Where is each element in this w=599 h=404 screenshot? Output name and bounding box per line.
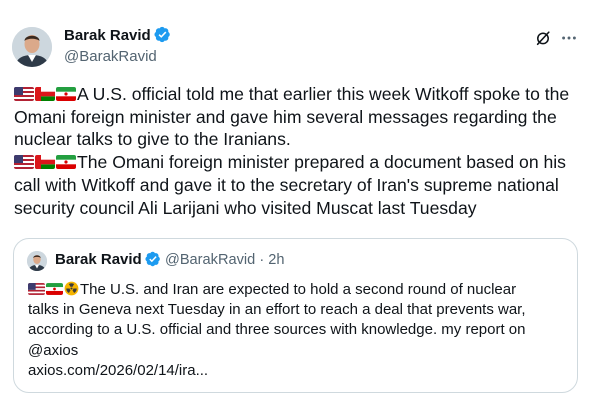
author-name-text[interactable]: Barak Ravid (64, 27, 151, 44)
avatar[interactable] (12, 27, 52, 67)
radioactive-icon (64, 281, 79, 296)
quoted-handle[interactable]: @BarakRavid (165, 252, 255, 268)
flag-oman-icon (35, 155, 55, 170)
author-handle[interactable]: @BarakRavid (64, 48, 157, 65)
quoted-avatar[interactable] (27, 251, 47, 271)
meta-separator: · (259, 252, 265, 268)
post-text: A U.S. official told me that earlier thi… (14, 83, 586, 219)
post-line: The Omani foreign minister prepared a do… (14, 151, 586, 174)
post-line-text: The Omani foreign minister prepared a do… (77, 152, 566, 173)
quoted-line: The U.S. and Iran are expected to hold a… (28, 280, 568, 300)
post-line: A U.S. official told me that earlier thi… (14, 83, 586, 106)
quoted-link[interactable]: axios.com/2026/02/14/ira... (28, 361, 568, 381)
quoted-timestamp[interactable]: 2h (268, 252, 284, 268)
quoted-line: according to a U.S. official and three s… (28, 321, 526, 339)
tweet: Barak Ravid @BarakRavid A U.S. official … (0, 0, 599, 404)
grok-icon[interactable] (534, 29, 552, 47)
verified-badge-icon (154, 26, 170, 43)
quoted-meta: @BarakRavid · 2h (165, 252, 284, 268)
post-line-text: A U.S. official told me that earlier thi… (77, 84, 570, 104)
post-line: call with Witkoff and gave it to the sec… (14, 174, 559, 195)
quoted-author-name[interactable]: Barak Ravid (55, 251, 161, 268)
quoted-post[interactable]: Barak Ravid @BarakRavid · 2h The U.S. an… (13, 238, 578, 393)
verified-badge-icon (145, 251, 160, 267)
quoted-author-name-text[interactable]: Barak Ravid (55, 251, 142, 268)
author-name[interactable]: Barak Ravid (64, 26, 171, 44)
flag-oman-icon (35, 87, 55, 101)
post-line: security council Ali Larijani who visite… (14, 197, 477, 218)
flag-iran-icon (56, 87, 76, 101)
quoted-line-text: The U.S. and Iran are expected to hold a… (80, 281, 517, 298)
quoted-line: talks in Geneva next Tuesday in an effor… (28, 301, 526, 319)
flag-us-icon (14, 155, 34, 170)
quoted-mention[interactable]: @axios (28, 341, 568, 361)
post-line: nuclear talks to give to the Iranians. (14, 129, 291, 150)
post-line: Omani foreign minister and gave him seve… (14, 106, 557, 127)
flag-iran-icon (56, 155, 76, 170)
flag-us-icon (28, 283, 45, 295)
flag-us-icon (14, 87, 34, 101)
flag-iran-icon (46, 283, 63, 295)
more-icon[interactable] (560, 29, 578, 47)
quoted-text: The U.S. and Iran are expected to hold a… (28, 280, 568, 381)
